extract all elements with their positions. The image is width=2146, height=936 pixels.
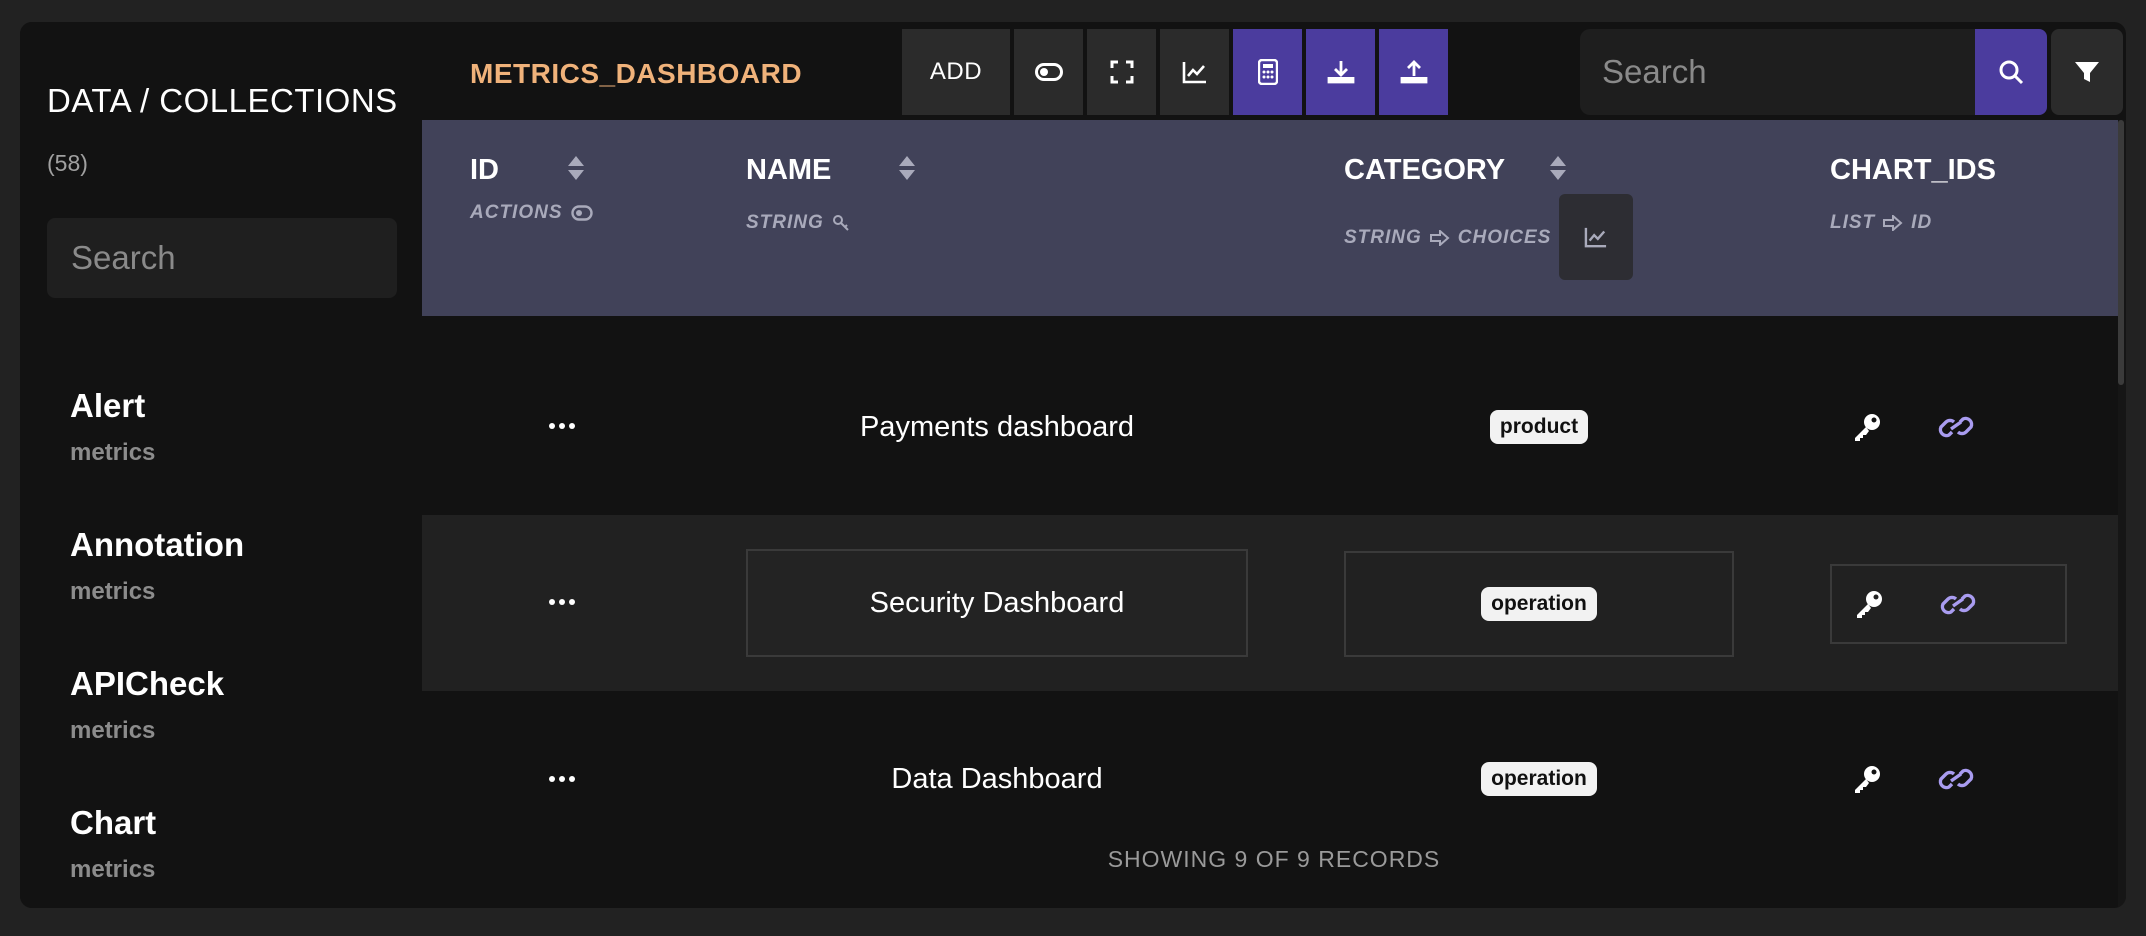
row-actions-button[interactable] (547, 587, 577, 617)
collection-count: (58) (47, 150, 88, 176)
sidebar-item-label: Annotation (70, 526, 245, 563)
sidebar-search-input[interactable] (47, 218, 397, 298)
sort-icon[interactable] (1548, 154, 1568, 182)
add-button[interactable]: ADD (902, 29, 1010, 115)
sidebar-item-label: Alert (70, 387, 146, 424)
chart-line-icon (1182, 62, 1206, 84)
key-icon (1855, 414, 1880, 441)
main-panel: METRICS_DASHBOARD ADD Search ID ACTIONS … (422, 22, 2126, 908)
row-actions-button[interactable] (547, 764, 577, 794)
sidebar: DATA / COLLECTIONS (58) Alert metrics An… (20, 22, 422, 908)
row-actions-button[interactable] (547, 411, 577, 441)
sidebar-item-apicheck[interactable]: APICheck metrics (70, 665, 244, 804)
column-title-chart-ids: CHART_IDS (1830, 154, 1996, 186)
column-subtitle-chart-ids: LIST ID (1830, 212, 1932, 234)
link-button[interactable] (1938, 409, 1974, 445)
row-name-cell[interactable]: Data Dashboard (746, 725, 1248, 833)
column-subtitle-category: STRING CHOICES (1344, 227, 1551, 249)
sort-icon[interactable] (566, 154, 586, 182)
scrollbar-thumb[interactable] (2118, 120, 2124, 385)
column-subtitle-name: STRING (746, 212, 850, 234)
link-button[interactable] (1938, 761, 1974, 797)
more-icon (549, 776, 575, 782)
key-button[interactable] (1852, 586, 1888, 622)
sort-icon[interactable] (897, 154, 917, 182)
table-header: ID ACTIONS NAME STRING CATEGORY STRING C… (422, 120, 2118, 316)
sidebar-item-annotation[interactable]: Annotation metrics (70, 526, 244, 665)
key-button[interactable] (1850, 761, 1886, 797)
more-icon (549, 599, 575, 605)
row-chart-ids-cell (1830, 387, 2067, 467)
records-count: SHOWING 9 OF 9 RECORDS (1107, 846, 1441, 872)
key-button[interactable] (1850, 409, 1886, 445)
row-category-cell[interactable]: operation (1344, 726, 1734, 832)
search-icon (1999, 60, 2024, 85)
fullscreen-button[interactable] (1087, 29, 1156, 115)
column-type-label: LIST (1830, 212, 1876, 233)
calculator-button[interactable] (1233, 29, 1302, 115)
download-icon (1327, 61, 1354, 84)
app-window: DATA / COLLECTIONS (58) Alert metrics An… (20, 22, 2126, 908)
column-title-id: ID (470, 154, 499, 186)
row-chart-ids-cell (1830, 739, 2067, 819)
link-icon (1940, 593, 1976, 615)
upload-icon (1400, 60, 1427, 84)
search-button[interactable] (1975, 29, 2047, 115)
row-category-cell[interactable]: operation (1344, 551, 1734, 657)
row-chart-ids-cell (1830, 564, 2067, 644)
column-title-category: CATEGORY (1344, 154, 1506, 186)
sidebar-item-label: APICheck (70, 665, 225, 702)
upload-button[interactable] (1379, 29, 1448, 115)
search-box (1580, 29, 1978, 115)
sidebar-item-alert[interactable]: Alert metrics (70, 387, 244, 526)
table-row[interactable]: Security Dashboard operation (422, 515, 2118, 691)
category-chart-button[interactable] (1559, 194, 1633, 280)
sidebar-item-label: Chart (70, 804, 157, 841)
chart-line-icon (1584, 227, 1607, 248)
sidebar-item-chart[interactable]: Chart metrics (70, 804, 244, 908)
category-badge: operation (1481, 762, 1597, 796)
filter-icon (2075, 62, 2099, 82)
search-input[interactable] (1580, 29, 1978, 115)
link-icon (1938, 768, 1974, 790)
row-category-cell[interactable]: product (1344, 374, 1734, 480)
sidebar-title: DATA / COLLECTIONS (47, 82, 398, 119)
arrow-right-icon (1883, 215, 1903, 231)
collection-title: METRICS_DASHBOARD (470, 58, 803, 89)
row-name-cell[interactable]: Payments dashboard (746, 373, 1248, 481)
column-type-label: ACTIONS (470, 202, 563, 223)
sidebar-item-group: metrics (70, 578, 156, 605)
column-relation-label: CHOICES (1457, 227, 1552, 248)
toggle-icon (1034, 63, 1063, 81)
filter-button[interactable] (2051, 29, 2123, 115)
more-icon (549, 423, 575, 429)
download-button[interactable] (1306, 29, 1375, 115)
column-type-label: STRING (746, 212, 824, 233)
collection-list: Alert metrics Annotation metrics APIChec… (70, 387, 244, 908)
toggle-view-button[interactable] (1014, 29, 1083, 115)
toolbar: ADD (902, 29, 1448, 115)
table-row[interactable]: Payments dashboard product (422, 339, 2118, 515)
row-name-cell[interactable]: Security Dashboard (746, 549, 1248, 657)
table-row[interactable]: Data Dashboard operation (422, 691, 2118, 867)
column-subtitle-id: ACTIONS (470, 202, 593, 224)
sidebar-item-group: metrics (70, 439, 156, 466)
key-icon (1855, 766, 1880, 793)
link-icon (1938, 416, 1974, 438)
column-relation-label: ID (1911, 212, 1933, 233)
link-button[interactable] (1940, 586, 1976, 622)
key-icon (1857, 591, 1882, 618)
column-type-label: STRING (1344, 227, 1422, 248)
chart-button[interactable] (1160, 29, 1229, 115)
calculator-icon (1257, 59, 1278, 85)
sidebar-item-group: metrics (70, 856, 156, 883)
arrow-right-icon (1429, 230, 1450, 246)
expand-icon (1110, 60, 1133, 84)
category-badge: product (1489, 410, 1589, 444)
toggle-icon (570, 205, 593, 221)
sidebar-item-group: metrics (70, 717, 156, 744)
category-badge: operation (1481, 587, 1597, 621)
column-title-name: NAME (746, 154, 832, 186)
key-icon (832, 215, 849, 231)
